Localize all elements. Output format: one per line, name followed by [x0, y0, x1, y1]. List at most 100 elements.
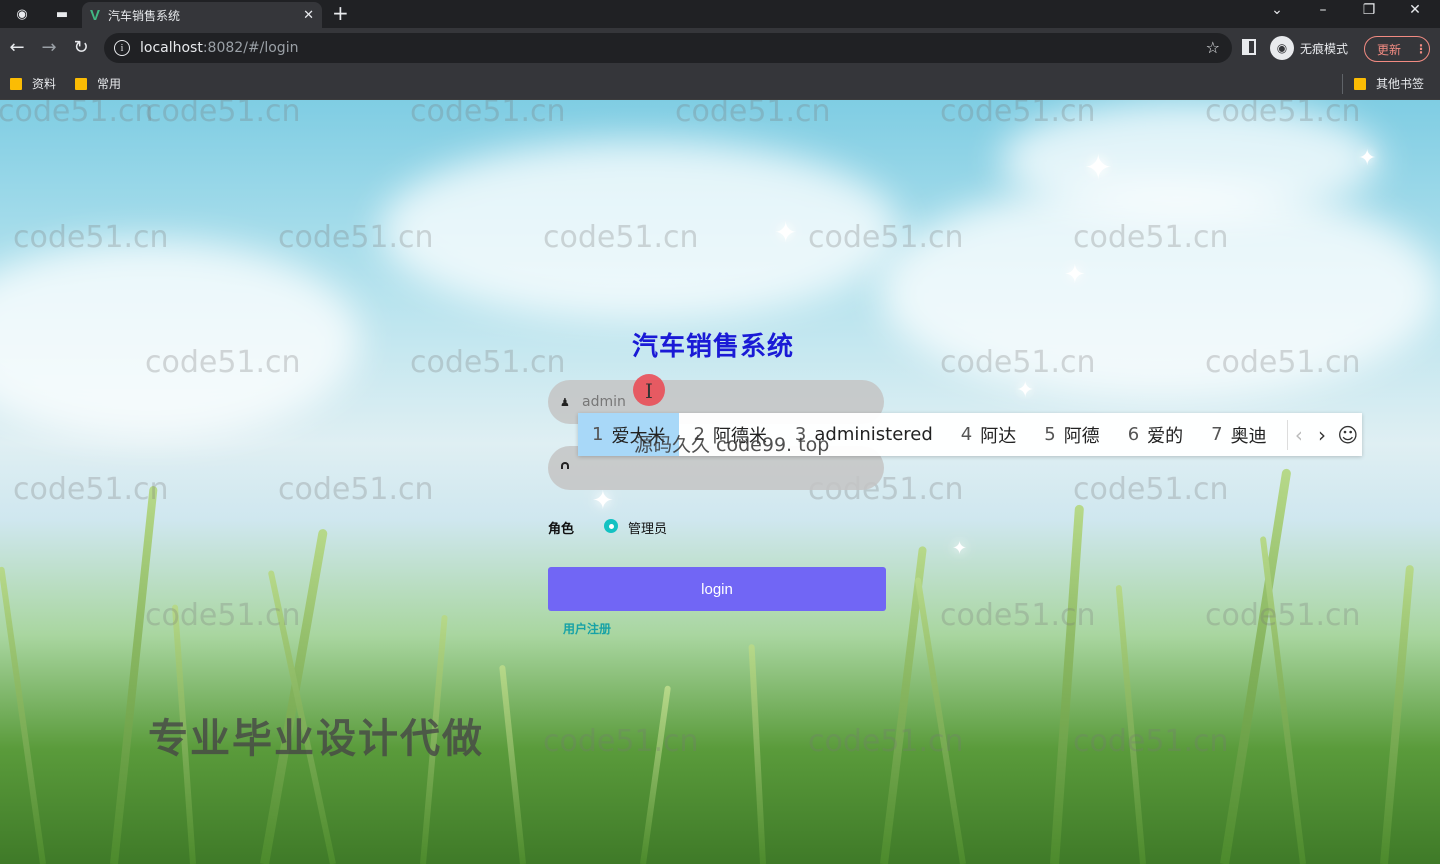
ime-candidate-number: 7 — [1211, 424, 1223, 445]
bookmarks-divider — [1342, 74, 1343, 94]
sparkle-decoration: ✦ — [1064, 260, 1086, 290]
watermark-text: code51.cn — [1073, 724, 1229, 759]
role-radio-admin[interactable] — [604, 519, 618, 533]
ime-candidate[interactable]: 5 阿德 — [1030, 413, 1113, 456]
watermark-text: code51.cn — [675, 100, 831, 129]
role-option-label[interactable]: 管理员 — [628, 518, 667, 537]
ime-candidate[interactable]: 7 奥迪 — [1197, 413, 1280, 456]
back-button[interactable]: ← — [5, 36, 29, 60]
watermark-text: code51.cn — [1205, 345, 1361, 380]
vue-logo-icon: V — [90, 6, 101, 24]
watermark-text: code51.cn — [145, 598, 301, 633]
cloud-decoration — [0, 240, 360, 440]
restore-button[interactable]: ❐ — [1354, 2, 1384, 18]
update-button[interactable]: 更新 ⋮ — [1364, 36, 1430, 62]
bookmark-star-icon[interactable]: ☆ — [1206, 38, 1220, 57]
login-button[interactable]: login — [548, 567, 886, 611]
sparkle-decoration: ✦ — [1358, 146, 1377, 171]
ime-candidate-number: 1 — [592, 424, 604, 445]
incognito-icon: ◉ — [1270, 36, 1294, 60]
watermark-text: code51.cn — [940, 345, 1096, 380]
close-window-button[interactable]: ✕ — [1400, 2, 1430, 18]
ime-next-page-icon[interactable]: › — [1310, 423, 1333, 447]
bookmark-folder-ziliao[interactable]: 资料 — [10, 75, 56, 92]
ime-candidate-text: 阿德 — [1063, 425, 1100, 447]
grass-decoration — [110, 485, 158, 864]
text-cursor-icon: I — [645, 379, 653, 403]
grass-decoration — [1259, 536, 1306, 864]
url-path: :8082/#/login — [202, 40, 299, 56]
browser-tab-strip: ◉ ▬ V 汽车销售系统 ✕ + ⌄ – ❐ ✕ — [0, 0, 1440, 28]
folder-icon — [10, 77, 22, 90]
ime-candidate-text: 爱的 — [1147, 425, 1184, 447]
username-input[interactable] — [582, 394, 862, 410]
grass-decoration — [640, 685, 672, 864]
incognito-label: 无痕模式 — [1300, 41, 1349, 56]
folder-icon — [75, 77, 87, 90]
watermark-text: code51.cn — [543, 724, 699, 759]
ime-candidate-number: 5 — [1044, 424, 1056, 445]
tab-title: 汽车销售系统 — [108, 8, 181, 23]
ime-candidate-number: 4 — [960, 424, 973, 445]
tab-search-icon[interactable]: ▬ — [48, 2, 76, 26]
tab-active[interactable]: V 汽车销售系统 ✕ — [82, 2, 322, 28]
grass-decoration — [1380, 564, 1415, 864]
close-tab-icon[interactable]: ✕ — [303, 8, 314, 23]
grass-decoration — [1050, 504, 1085, 864]
bookmark-label: 常用 — [97, 77, 122, 91]
emoji-icon[interactable]: ☺ — [1334, 423, 1362, 447]
watermark-text: code51.cn — [1205, 100, 1361, 129]
minimize-button[interactable]: – — [1308, 2, 1338, 18]
url-host: localhost — [140, 40, 203, 56]
watermark-text: code51.cn — [410, 100, 566, 129]
system-title: 汽车销售系统 — [632, 332, 795, 362]
watermark-text: code51.cn — [1073, 220, 1229, 255]
forward-button[interactable]: → — [37, 36, 61, 60]
watermark-text: code51.cn — [808, 220, 964, 255]
site-info-icon[interactable]: i — [114, 40, 130, 56]
watermark-text: code51.cn — [940, 598, 1096, 633]
ime-candidate-text: 阿达 — [980, 425, 1017, 447]
grass-decoration — [499, 664, 526, 864]
tab-list-chevron-icon[interactable]: ⌄ — [1262, 2, 1292, 18]
watermark-text: code51.cn — [543, 220, 699, 255]
watermark-text: code51.cn — [0, 100, 154, 129]
watermark-text: code51.cn — [410, 345, 566, 380]
menu-dots-icon: ⋮ — [1415, 42, 1428, 56]
ime-prev-page-icon[interactable]: ‹ — [1287, 423, 1310, 447]
ime-candidate-text: 奥迪 — [1230, 425, 1267, 447]
sparkle-decoration: ✦ — [952, 538, 968, 559]
other-bookmarks-folder[interactable]: 其他书签 — [1354, 75, 1424, 92]
watermark-text: code51.cn — [940, 100, 1096, 129]
address-bar[interactable]: i localhost:8082/#/login ☆ — [104, 33, 1232, 63]
watermark-text: code51.cn — [1073, 472, 1229, 507]
promo-overlay-text: 专业毕业设计代做 — [148, 716, 484, 762]
new-tab-button[interactable]: + — [332, 2, 349, 24]
ime-candidate-text: administered — [814, 424, 933, 445]
sparkle-decoration: ✦ — [1084, 148, 1113, 188]
incognito-indicator[interactable]: ◉ 无痕模式 — [1270, 36, 1348, 60]
user-icon: ♟ — [560, 395, 570, 409]
watermark-text: code51.cn — [1205, 598, 1361, 633]
folder-icon — [1354, 77, 1366, 90]
reload-button[interactable]: ↻ — [69, 36, 93, 60]
source-overlay-text: 源码久久 code99. top — [634, 434, 830, 456]
watermark-text: code51.cn — [145, 100, 301, 129]
globe-icon[interactable]: ◉ — [8, 2, 36, 26]
login-page: ✦ ✦ ✦ ✦ ✦ ✦ ✦ code51.cn code51.cn code51… — [0, 100, 1440, 864]
watermark-text: code51.cn — [808, 724, 964, 759]
sparkle-decoration: ✦ — [1016, 378, 1035, 403]
browser-toolbar: ← → ↻ i localhost:8082/#/login ☆ ◉ 无痕模式 … — [0, 28, 1440, 68]
ime-candidate[interactable]: 6 爱的 — [1114, 413, 1197, 456]
ime-candidate[interactable]: 4 阿达 — [947, 413, 1030, 456]
grass-decoration — [0, 566, 46, 864]
bookmark-label: 资料 — [32, 77, 57, 91]
other-bookmarks-label: 其他书签 — [1376, 77, 1425, 91]
password-input[interactable] — [582, 460, 862, 476]
bookmark-folder-changyong[interactable]: 常用 — [75, 75, 121, 92]
side-panel-icon[interactable] — [1242, 39, 1256, 55]
update-label: 更新 — [1377, 42, 1402, 57]
grass-decoration — [748, 644, 766, 864]
register-link[interactable]: 用户注册 — [563, 620, 611, 637]
ime-candidate-number: 6 — [1127, 424, 1140, 445]
